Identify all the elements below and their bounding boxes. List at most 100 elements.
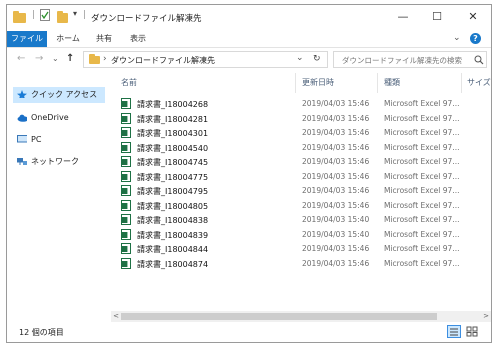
- file-type: Microsoft Excel 97...: [384, 186, 460, 195]
- nav-label: ネットワーク: [31, 157, 79, 166]
- scroll-right-arrow[interactable]: >: [481, 311, 491, 322]
- file-type: Microsoft Excel 97...: [384, 157, 460, 166]
- file-name: 請求書_I18004775: [137, 172, 209, 182]
- back-button[interactable]: ←: [17, 53, 25, 64]
- nav-item-onedrive[interactable]: OneDrive: [13, 110, 105, 126]
- cloud-icon: [17, 114, 27, 122]
- computer-icon: [17, 135, 27, 143]
- file-row[interactable]: 請求書_I18004839 2019/04/03 15:40 Microsoft…: [111, 228, 491, 243]
- file-type: Microsoft Excel 97...: [384, 244, 460, 253]
- file-row[interactable]: 請求書_I18004775 2019/04/03 15:46 Microsoft…: [111, 170, 491, 185]
- properties-icon[interactable]: [40, 9, 50, 21]
- ribbon-expand-icon[interactable]: ⌄: [453, 33, 461, 43]
- address-bar[interactable]: › ダウンロードファイル解凍先 ⌄ ↻: [83, 51, 328, 68]
- up-button[interactable]: ↑: [66, 53, 74, 64]
- column-header-type[interactable]: 種類: [384, 77, 400, 88]
- column-divider[interactable]: [377, 73, 378, 93]
- status-bar: 12 個の項目: [7, 322, 491, 342]
- file-type: Microsoft Excel 97...: [384, 142, 460, 152]
- minimize-button[interactable]: —: [385, 5, 421, 29]
- details-view-icon: [450, 328, 458, 336]
- file-type: Microsoft Excel 97...: [384, 229, 460, 239]
- scroll-left-arrow[interactable]: <: [111, 311, 121, 322]
- title-bar: | ▾ | ダウンロードファイル解凍先 — ☐ ✕: [7, 5, 491, 31]
- file-type: Microsoft Excel 97...: [384, 113, 460, 123]
- file-row[interactable]: 請求書_I18004805 2019/04/03 15:46 Microsoft…: [111, 199, 491, 214]
- file-date: 2019/04/03 15:46: [302, 244, 370, 253]
- nav-item-network[interactable]: ネットワーク: [13, 154, 105, 170]
- file-row[interactable]: 請求書_I18004301 2019/04/03 15:46 Microsoft…: [111, 126, 491, 141]
- excel-file-icon: [121, 228, 131, 240]
- excel-file-icon: [121, 127, 131, 138]
- file-date: 2019/04/03 15:46: [302, 99, 370, 108]
- nav-item-pc[interactable]: PC: [13, 132, 105, 148]
- file-type: Microsoft Excel 97...: [384, 128, 460, 137]
- address-path[interactable]: ダウンロードファイル解凍先: [111, 55, 215, 66]
- file-row[interactable]: 請求書_I18004838 2019/04/03 15:40 Microsoft…: [111, 213, 491, 228]
- tab-view[interactable]: 表示: [123, 31, 153, 47]
- file-name: 請求書_I18004838: [137, 216, 209, 225]
- file-type: Microsoft Excel 97...: [384, 99, 460, 108]
- search-input[interactable]: ダウンロードファイル解凍先の検索: [342, 55, 462, 66]
- file-row[interactable]: 請求書_I18004745 2019/04/03 15:46 Microsoft…: [111, 155, 491, 170]
- column-divider[interactable]: [295, 73, 296, 93]
- file-row[interactable]: 請求書_I18004844 2019/04/03 15:46 Microsoft…: [111, 242, 491, 257]
- qat-separator: |: [32, 10, 36, 20]
- maximize-button[interactable]: ☐: [419, 5, 455, 29]
- excel-file-icon: [121, 185, 131, 196]
- file-name: 請求書_I18004805: [137, 201, 209, 211]
- address-dropdown-icon[interactable]: ⌄: [296, 53, 304, 63]
- file-name: 請求書_I18004874: [137, 259, 209, 269]
- file-row[interactable]: 請求書_I18004540 2019/04/03 15:46 Microsoft…: [111, 141, 491, 156]
- scrollbar-thumb[interactable]: [121, 313, 437, 320]
- file-name: 請求書_I18004844: [137, 245, 209, 254]
- tab-share[interactable]: 共有: [89, 31, 119, 47]
- close-button[interactable]: ✕: [455, 5, 491, 29]
- excel-file-icon: [121, 156, 131, 167]
- title-separator: |: [83, 10, 87, 20]
- file-name: 請求書_I18004839: [137, 230, 209, 240]
- file-date: 2019/04/03 15:40: [302, 229, 370, 239]
- help-icon[interactable]: ?: [470, 33, 481, 44]
- column-header-date[interactable]: 更新日時: [302, 77, 334, 88]
- file-name: 請求書_I18004301: [137, 129, 209, 138]
- sort-ascending-icon: ^: [203, 73, 210, 78]
- horizontal-scrollbar[interactable]: < >: [111, 311, 491, 322]
- forward-button[interactable]: →: [35, 53, 43, 64]
- excel-file-icon: [121, 243, 131, 254]
- large-icons-view-button[interactable]: [465, 325, 479, 338]
- file-date: 2019/04/03 15:46: [302, 113, 370, 123]
- nav-item-quick-access[interactable]: クイック アクセス: [13, 87, 105, 103]
- nav-label: OneDrive: [31, 113, 69, 122]
- column-header-name[interactable]: 名前: [121, 77, 137, 88]
- search-icon[interactable]: [474, 55, 484, 65]
- file-date: 2019/04/03 15:46: [302, 128, 370, 137]
- file-row[interactable]: 請求書_I18004874 2019/04/03 15:46 Microsoft…: [111, 257, 491, 272]
- file-row[interactable]: 請求書_I18004795 2019/04/03 15:46 Microsoft…: [111, 184, 491, 199]
- column-divider[interactable]: [461, 73, 462, 93]
- search-box[interactable]: ダウンロードファイル解凍先の検索: [333, 51, 487, 68]
- nav-label: PC: [31, 135, 42, 144]
- column-header-size[interactable]: サイズ: [467, 77, 491, 88]
- excel-file-icon: [121, 199, 131, 211]
- details-view-button[interactable]: [447, 325, 461, 338]
- file-name: 請求書_I18004281: [137, 114, 209, 124]
- file-type: Microsoft Excel 97...: [384, 258, 460, 268]
- nav-label: クイック アクセス: [31, 90, 98, 99]
- file-date: 2019/04/03 15:46: [302, 171, 370, 181]
- file-row[interactable]: 請求書_I18004268 2019/04/03 15:46 Microsoft…: [111, 97, 491, 112]
- tab-home[interactable]: ホーム: [51, 31, 85, 47]
- file-row[interactable]: 請求書_I18004281 2019/04/03 15:46 Microsoft…: [111, 112, 491, 127]
- file-date: 2019/04/03 15:46: [302, 157, 370, 166]
- recent-locations-icon[interactable]: ⌄: [52, 54, 59, 63]
- refresh-icon[interactable]: ↻: [313, 54, 321, 64]
- file-type: Microsoft Excel 97...: [384, 215, 460, 224]
- tab-file[interactable]: ファイル: [7, 31, 47, 47]
- file-name: 請求書_I18004795: [137, 187, 209, 196]
- qat-dropdown-icon[interactable]: ▾: [73, 9, 77, 18]
- file-type: Microsoft Excel 97...: [384, 200, 460, 210]
- large-icons-view-icon: [466, 326, 478, 337]
- star-icon: [17, 90, 27, 98]
- file-name: 請求書_I18004268: [137, 100, 209, 109]
- excel-file-icon: [121, 170, 131, 182]
